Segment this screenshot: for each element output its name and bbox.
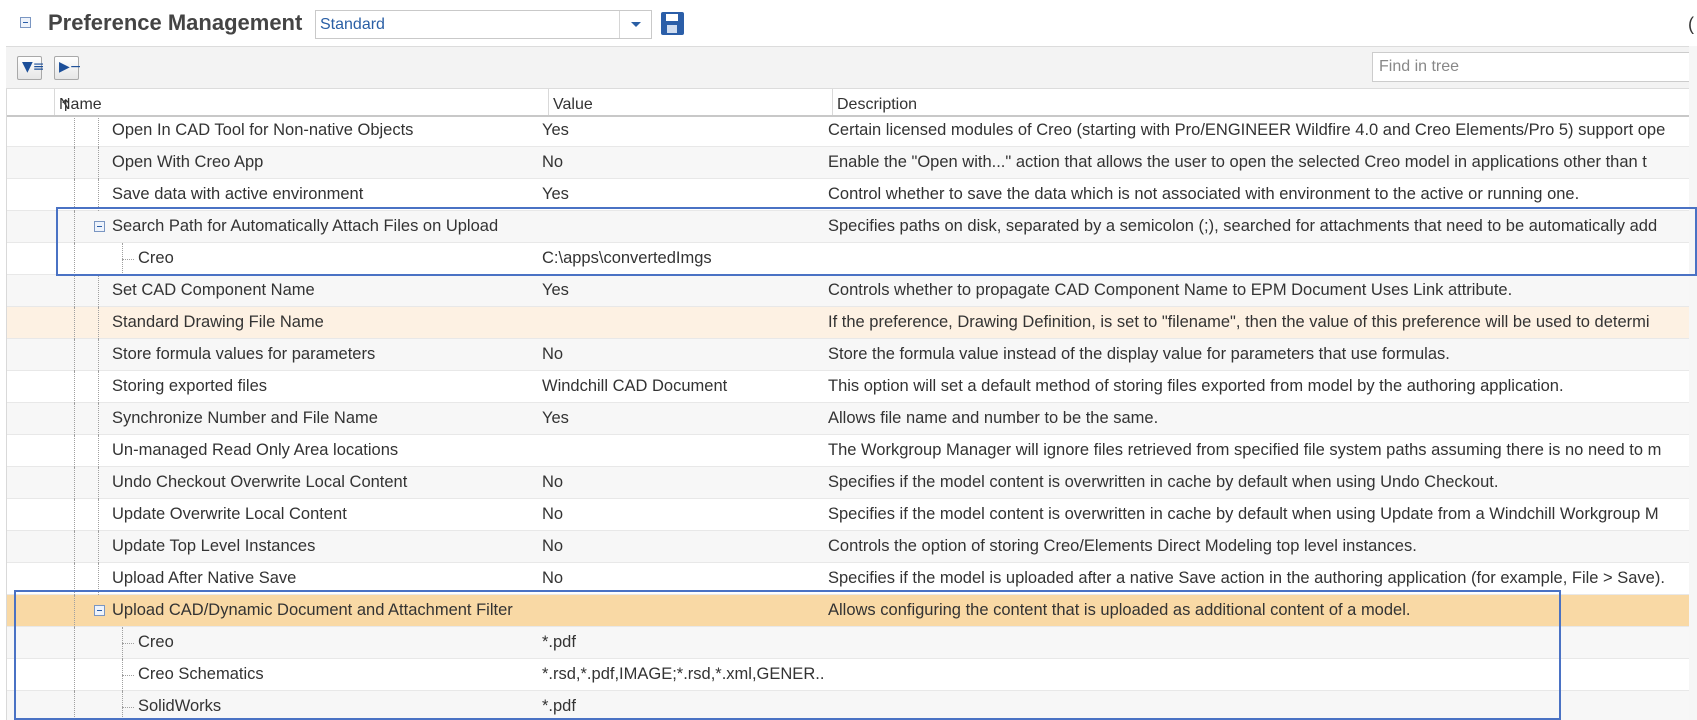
row-value: [542, 307, 824, 338]
row-description: Store the formula value instead of the d…: [828, 345, 1450, 363]
row-name: Set CAD Component Name: [112, 281, 315, 299]
row-name: Upload CAD/Dynamic Document and Attachme…: [112, 601, 513, 619]
row-description: [828, 243, 1697, 274]
sort-ascending-icon[interactable]: ↑: [59, 96, 72, 115]
expand-tree-button[interactable]: ▶−: [54, 56, 82, 80]
tree-collapse-icon[interactable]: [94, 605, 105, 616]
table-row[interactable]: Open With Creo App No Enable the "Open w…: [6, 147, 1697, 179]
row-value: Yes: [542, 121, 569, 139]
collapse-minus-icon[interactable]: [20, 17, 31, 28]
table-row[interactable]: Standard Drawing File Name If the prefer…: [6, 307, 1697, 339]
expand-tree-icon: ▶−: [59, 59, 82, 75]
row-description: Controls whether to propagate CAD Compon…: [828, 281, 1513, 299]
row-description: [828, 659, 1697, 690]
row-name: Synchronize Number and File Name: [112, 409, 378, 427]
column-header-name[interactable]: Name ↑: [54, 89, 548, 115]
row-description: Specifies paths on disk, separated by a …: [828, 217, 1658, 235]
row-description: Control whether to save the data which i…: [828, 185, 1580, 203]
table-row[interactable]: Synchronize Number and File Name Yes All…: [6, 403, 1697, 435]
row-value: Windchill CAD Document: [542, 377, 728, 395]
row-value: No: [542, 537, 564, 555]
row-description: [828, 691, 1697, 720]
find-in-tree-input[interactable]: [1372, 52, 1690, 82]
filter-button[interactable]: ▼≡: [17, 56, 45, 80]
row-value: No: [542, 569, 564, 587]
vertical-scrollbar[interactable]: [1689, 46, 1697, 720]
row-description: Certain licensed modules of Creo (starti…: [828, 121, 1666, 139]
row-name: Upload After Native Save: [112, 569, 297, 587]
save-floppy-icon[interactable]: [661, 12, 684, 35]
row-value: *.pdf: [542, 633, 576, 651]
table-row[interactable]: Save data with active environment Yes Co…: [6, 179, 1697, 211]
row-name: Save data with active environment: [112, 185, 364, 203]
row-value: C:\apps\convertedImgs: [542, 249, 712, 267]
row-name: Update Top Level Instances: [112, 537, 316, 555]
view-select-value: Standard: [320, 16, 385, 33]
page-header: Preference Management Standard (: [0, 0, 1697, 46]
grid-header: Name ↑ Value Description: [6, 89, 1697, 117]
table-row[interactable]: Search Path for Automatically Attach Fil…: [6, 211, 1697, 243]
chevron-down-icon[interactable]: [631, 22, 641, 27]
filter-list-icon: ▼≡: [22, 59, 45, 75]
table-row[interactable]: Update Top Level Instances No Controls t…: [6, 531, 1697, 563]
column-header-description-label: Description: [837, 96, 918, 113]
row-value: [542, 595, 824, 626]
row-value: Yes: [542, 185, 569, 203]
row-name: Undo Checkout Overwrite Local Content: [112, 473, 408, 491]
row-name: Search Path for Automatically Attach Fil…: [112, 217, 499, 235]
row-value: Yes: [542, 281, 569, 299]
table-row[interactable]: Store formula values for parameters No S…: [6, 339, 1697, 371]
row-description: Allows file name and number to be the sa…: [828, 409, 1159, 427]
row-name: Open With Creo App: [112, 153, 264, 171]
row-description: Enable the "Open with..." action that al…: [828, 153, 1647, 171]
tree-collapse-icon[interactable]: [94, 221, 105, 232]
column-header-value[interactable]: Value: [548, 89, 832, 115]
row-value: No: [542, 153, 564, 171]
table-row[interactable]: Creo Schematics *.rsd,*.pdf,IMAGE;*.rsd,…: [6, 659, 1697, 691]
row-description: Specifies if the model content is overwr…: [828, 473, 1499, 491]
row-description: The Workgroup Manager will ignore files …: [828, 441, 1662, 459]
grid-left-border: [6, 89, 7, 720]
row-value: No: [542, 345, 564, 363]
tree-toolbar: ▼≡ ▶−: [6, 46, 1697, 89]
table-row[interactable]: Creo *.pdf: [6, 627, 1697, 659]
row-name: Standard Drawing File Name: [112, 313, 324, 331]
row-value: [542, 211, 824, 242]
row-description: Specifies if the model is uploaded after…: [828, 569, 1665, 587]
table-row[interactable]: Set CAD Component Name Yes Controls whet…: [6, 275, 1697, 307]
table-row[interactable]: SolidWorks *.pdf: [6, 691, 1697, 720]
row-description: If the preference, Drawing Definition, i…: [828, 313, 1650, 331]
page-title: Preference Management: [48, 10, 303, 35]
row-description: Controls the option of storing Creo/Elem…: [828, 537, 1417, 555]
row-name: Update Overwrite Local Content: [112, 505, 347, 523]
table-row[interactable]: Creo C:\apps\convertedImgs: [6, 243, 1697, 275]
column-header-description[interactable]: Description: [832, 89, 1697, 115]
row-value: No: [542, 473, 564, 491]
table-row[interactable]: Update Overwrite Local Content No Specif…: [6, 499, 1697, 531]
combo-divider: [619, 11, 620, 38]
table-row[interactable]: Undo Checkout Overwrite Local Content No…: [6, 467, 1697, 499]
view-select[interactable]: Standard: [315, 10, 652, 39]
row-name: Open In CAD Tool for Non-native Objects: [112, 121, 414, 139]
row-name: Storing exported files: [112, 377, 268, 395]
row-value: No: [542, 505, 564, 523]
preference-tree-grid: Open In CAD Tool for Non-native Objects …: [6, 117, 1697, 720]
row-value: *.rsd,*.pdf,IMAGE;*.rsd,*.xml,GENER..: [542, 665, 824, 683]
row-value: *.pdf: [542, 697, 576, 715]
table-row[interactable]: Open In CAD Tool for Non-native Objects …: [6, 117, 1697, 147]
row-value: Yes: [542, 409, 569, 427]
truncated-text: (: [1688, 14, 1694, 34]
row-value: [542, 435, 824, 466]
column-header-value-label: Value: [553, 96, 593, 113]
table-row[interactable]: Upload After Native Save No Specifies if…: [6, 563, 1697, 595]
row-name: Un-managed Read Only Area locations: [112, 441, 399, 459]
row-description: Specifies if the model content is overwr…: [828, 505, 1659, 523]
row-name: Store formula values for parameters: [112, 345, 376, 363]
row-description: Allows configuring the content that is u…: [828, 601, 1411, 619]
table-row[interactable]: Storing exported files Windchill CAD Doc…: [6, 371, 1697, 403]
row-description: This option will set a default method of…: [828, 377, 1564, 395]
table-row-selected[interactable]: Upload CAD/Dynamic Document and Attachme…: [6, 595, 1697, 627]
row-description: [828, 627, 1697, 658]
table-row[interactable]: Un-managed Read Only Area locations The …: [6, 435, 1697, 467]
